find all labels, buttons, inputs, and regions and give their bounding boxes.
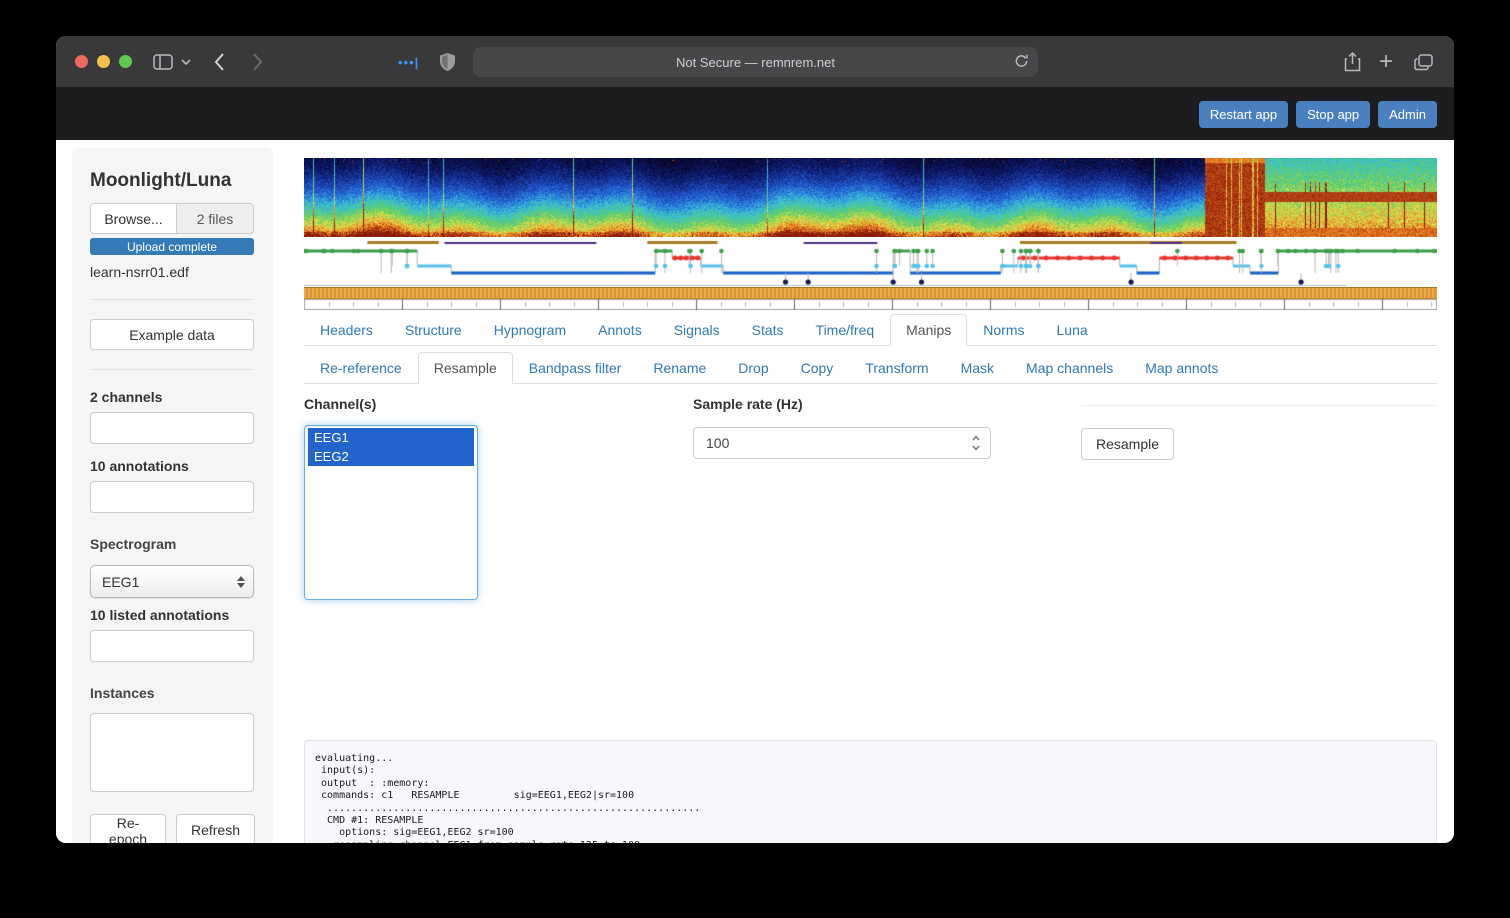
channel-filter-input[interactable]: [90, 412, 254, 444]
sample-rate-field: [693, 427, 991, 459]
tab-hypnogram[interactable]: Hypnogram: [478, 314, 582, 346]
tab-annots[interactable]: Annots: [582, 314, 658, 346]
uploaded-filename: learn-nsrr01.edf: [90, 264, 255, 280]
share-icon[interactable]: [1344, 36, 1361, 88]
app-body: Moonlight/Luna Browse... 2 files Upload …: [56, 140, 1454, 843]
channels-count-label: 2 channels: [90, 389, 255, 405]
sample-rate-label: Sample rate (Hz): [693, 396, 803, 412]
annotations-count-label: 10 annotations: [90, 458, 255, 474]
number-stepper-icon[interactable]: [970, 433, 982, 453]
restart-app-button[interactable]: Restart app: [1199, 101, 1288, 128]
re-epoch-button[interactable]: Re-epoch: [90, 814, 166, 843]
app-header: Restart app Stop app Admin: [56, 88, 1454, 140]
subtab-copy[interactable]: Copy: [785, 352, 850, 384]
sample-rate-input[interactable]: [693, 427, 991, 459]
divider: [90, 299, 254, 300]
epoch-time-axis[interactable]: [304, 299, 1437, 310]
close-button[interactable]: [75, 55, 88, 68]
console-output-box: evaluating... input(s): output : :memory…: [304, 740, 1437, 843]
subtab-mask[interactable]: Mask: [945, 352, 1010, 384]
listed-annotations-input[interactable]: [90, 630, 254, 662]
channel-listbox[interactable]: EEG1 EEG2: [304, 425, 478, 600]
hypnogram-annotation-plot[interactable]: [304, 237, 1437, 287]
instances-textarea[interactable]: [90, 713, 254, 792]
main-content: Headers Structure Hypnogram Annots Signa…: [304, 140, 1437, 843]
spectrogram-plot[interactable]: [304, 158, 1437, 237]
privacy-shield-icon[interactable]: [440, 36, 455, 88]
subtab-drop[interactable]: Drop: [722, 352, 784, 384]
chevron-down-icon[interactable]: [181, 36, 191, 88]
tab-stats[interactable]: Stats: [736, 314, 800, 346]
browse-button[interactable]: Browse...: [91, 204, 177, 233]
instances-label: Instances: [90, 685, 255, 701]
zoom-button[interactable]: [119, 55, 132, 68]
subtab-rename[interactable]: Rename: [637, 352, 722, 384]
main-tabs: Headers Structure Hypnogram Annots Signa…: [304, 314, 1437, 346]
manips-subtabs: Re-reference Resample Bandpass filter Re…: [304, 352, 1437, 384]
spectrogram-selected-value: EEG1: [102, 574, 237, 590]
file-upload-control[interactable]: Browse... 2 files: [90, 203, 254, 234]
channel-option-eeg1[interactable]: EEG1: [308, 428, 474, 447]
tab-group-icon[interactable]: •••|: [398, 36, 419, 88]
listed-annotations-label: 10 listed annotations: [90, 607, 255, 623]
sidebar-toggle-icon[interactable]: [153, 36, 173, 88]
admin-button[interactable]: Admin: [1378, 101, 1437, 128]
new-tab-icon[interactable]: +: [1379, 36, 1393, 88]
tab-overview-icon[interactable]: [1414, 36, 1433, 88]
browser-toolbar: •••| Not Secure — remnrem.net +: [56, 36, 1454, 88]
subtab-bandpass-filter[interactable]: Bandpass filter: [513, 352, 638, 384]
forward-button[interactable]: [252, 36, 263, 88]
stop-app-button[interactable]: Stop app: [1296, 101, 1370, 128]
tab-norms[interactable]: Norms: [967, 314, 1040, 346]
minimize-button[interactable]: [97, 55, 110, 68]
annotation-filter-input[interactable]: [90, 481, 254, 513]
upload-progress-bar: Upload complete: [90, 238, 254, 255]
tab-manips[interactable]: Manips: [890, 314, 967, 346]
url-text: Not Secure — remnrem.net: [676, 55, 835, 70]
console-output: evaluating... input(s): output : :memory…: [315, 753, 1426, 843]
subtab-re-reference[interactable]: Re-reference: [304, 352, 418, 384]
divider: [1081, 405, 1437, 406]
resample-panel: Channel(s) Sample rate (Hz) EEG1 EEG2 Re…: [304, 384, 1437, 740]
resample-button[interactable]: Resample: [1081, 428, 1174, 460]
sidebar-panel: Moonlight/Luna Browse... 2 files Upload …: [72, 148, 273, 843]
tab-structure[interactable]: Structure: [389, 314, 478, 346]
signal-figure: [304, 158, 1437, 310]
channels-label: Channel(s): [304, 396, 376, 412]
channel-option-eeg2[interactable]: EEG2: [308, 447, 474, 466]
app-title: Moonlight/Luna: [90, 170, 255, 192]
back-button[interactable]: [214, 36, 225, 88]
tab-luna[interactable]: Luna: [1041, 314, 1104, 346]
spectrogram-channel-select[interactable]: EEG1: [90, 565, 254, 598]
tab-timefreq[interactable]: Time/freq: [800, 314, 891, 346]
tab-signals[interactable]: Signals: [658, 314, 736, 346]
subtab-map-annots[interactable]: Map annots: [1129, 352, 1234, 384]
divider: [90, 369, 254, 370]
subtab-map-channels[interactable]: Map channels: [1010, 352, 1129, 384]
mask-bar[interactable]: [304, 287, 1437, 299]
reload-icon[interactable]: [1014, 53, 1029, 69]
tab-headers[interactable]: Headers: [304, 314, 389, 346]
refresh-button[interactable]: Refresh: [176, 814, 255, 843]
subtab-transform[interactable]: Transform: [849, 352, 944, 384]
example-data-button[interactable]: Example data: [90, 319, 254, 350]
select-stepper-icon: [237, 576, 245, 588]
spectrogram-label: Spectrogram: [90, 536, 255, 552]
file-count-label: 2 files: [177, 204, 253, 233]
address-bar[interactable]: Not Secure — remnrem.net: [473, 47, 1038, 77]
subtab-resample[interactable]: Resample: [418, 352, 513, 384]
browser-window: •••| Not Secure — remnrem.net + Restar: [56, 36, 1454, 843]
